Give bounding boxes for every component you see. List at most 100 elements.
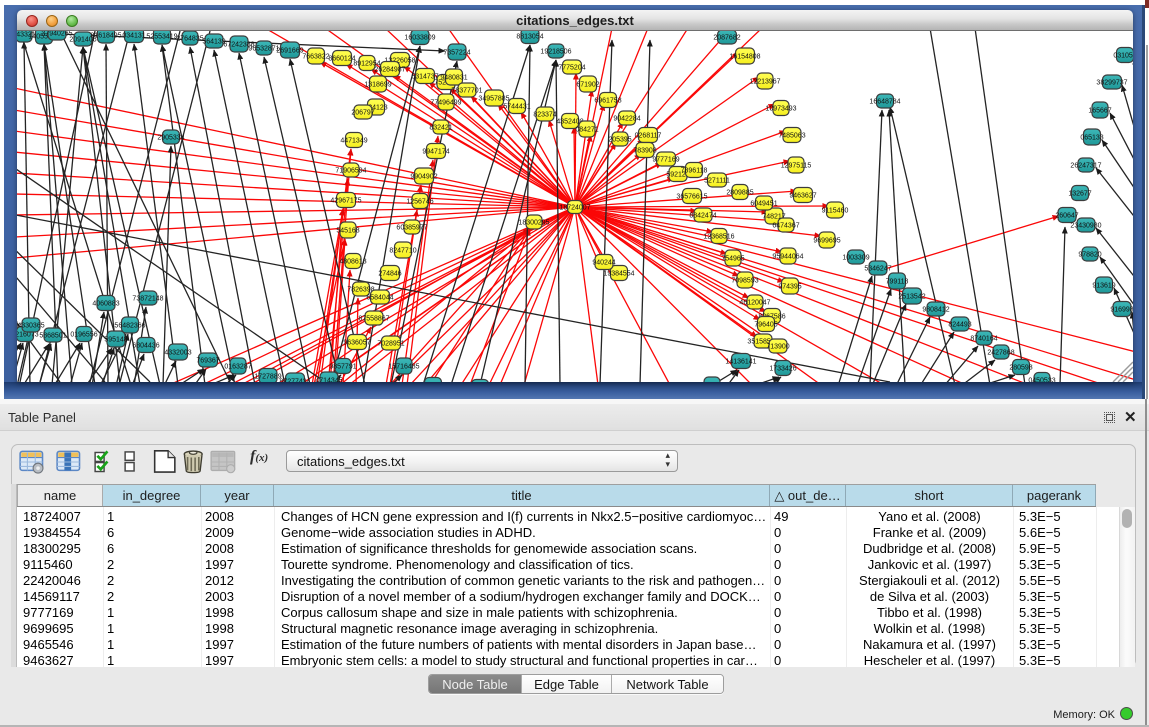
svg-text:0268117: 0268117 bbox=[635, 133, 662, 140]
svg-text:280598: 280598 bbox=[1009, 365, 1032, 372]
svg-text:796405: 796405 bbox=[754, 322, 777, 329]
svg-text:9857791: 9857791 bbox=[329, 364, 356, 371]
svg-text:165667: 165667 bbox=[1088, 108, 1111, 115]
svg-text:81618495: 81618495 bbox=[90, 33, 121, 40]
svg-text:713900: 713900 bbox=[766, 344, 789, 351]
svg-text:8813054: 8813054 bbox=[516, 34, 543, 41]
svg-text:95944064: 95944064 bbox=[772, 254, 803, 261]
svg-text:77496499: 77496499 bbox=[430, 100, 461, 107]
svg-text:7896118: 7896118 bbox=[681, 168, 708, 175]
svg-text:8842474: 8842474 bbox=[689, 213, 716, 220]
svg-text:5868501: 5868501 bbox=[39, 333, 66, 340]
svg-text:52553419: 52553419 bbox=[146, 34, 177, 41]
svg-text:8660124: 8660124 bbox=[328, 56, 355, 63]
svg-text:16033809: 16033809 bbox=[404, 35, 435, 42]
svg-text:12368516: 12368516 bbox=[703, 234, 734, 241]
svg-text:7663822: 7663822 bbox=[302, 54, 329, 61]
svg-text:545168: 545168 bbox=[336, 228, 359, 235]
svg-text:916998: 916998 bbox=[1110, 307, 1133, 314]
svg-text:42967175: 42967175 bbox=[330, 198, 361, 205]
svg-text:0450533: 0450533 bbox=[1028, 378, 1055, 383]
svg-text:71906594: 71906594 bbox=[335, 168, 366, 175]
svg-text:46120047: 46120047 bbox=[739, 300, 770, 307]
svg-text:2087682: 2087682 bbox=[713, 35, 740, 42]
svg-text:10973493: 10973493 bbox=[765, 106, 796, 113]
svg-text:206797: 206797 bbox=[351, 110, 374, 117]
svg-text:9699695: 9699695 bbox=[813, 238, 840, 245]
svg-text:38299737: 38299737 bbox=[1096, 80, 1127, 87]
svg-text:6049451: 6049451 bbox=[750, 201, 777, 208]
svg-text:783908: 783908 bbox=[633, 148, 656, 155]
svg-text:823374: 823374 bbox=[533, 112, 556, 119]
svg-text:2764835: 2764835 bbox=[176, 36, 203, 43]
svg-text:260647: 260647 bbox=[1055, 213, 1078, 220]
svg-text:7357224: 7357224 bbox=[443, 50, 470, 57]
svg-text:4714345: 4714345 bbox=[315, 378, 342, 383]
svg-text:564139: 564139 bbox=[202, 39, 225, 46]
svg-text:26284987: 26284987 bbox=[374, 67, 405, 74]
svg-text:4332003: 4332003 bbox=[164, 350, 191, 357]
svg-text:6804436: 6804436 bbox=[132, 343, 159, 350]
svg-text:96532871: 96532871 bbox=[248, 46, 279, 53]
svg-text:940244: 940244 bbox=[592, 260, 615, 267]
svg-text:1733426: 1733426 bbox=[769, 366, 796, 373]
svg-text:7775204: 7775204 bbox=[558, 65, 585, 72]
svg-text:2809885: 2809885 bbox=[726, 190, 753, 197]
svg-text:18724007: 18724007 bbox=[559, 205, 590, 212]
svg-text:6474367: 6474367 bbox=[772, 223, 799, 230]
svg-text:12213967: 12213967 bbox=[749, 79, 780, 86]
svg-text:18300295: 18300295 bbox=[518, 220, 549, 227]
svg-text:34957885: 34957885 bbox=[478, 96, 509, 103]
svg-text:031051: 031051 bbox=[1113, 53, 1133, 60]
svg-text:824493: 824493 bbox=[948, 322, 971, 329]
svg-text:1727889: 1727889 bbox=[254, 374, 281, 381]
svg-text:595148: 595148 bbox=[104, 337, 127, 344]
svg-text:9904902: 9904902 bbox=[410, 174, 437, 181]
svg-text:73872148: 73872148 bbox=[132, 296, 163, 303]
svg-text:26247317: 26247317 bbox=[1070, 163, 1101, 170]
svg-text:9480831: 9480831 bbox=[440, 75, 467, 82]
svg-text:7485063: 7485063 bbox=[778, 133, 805, 140]
svg-text:084271: 084271 bbox=[575, 127, 598, 134]
svg-text:1003309: 1003309 bbox=[842, 255, 869, 262]
svg-text:9115460: 9115460 bbox=[822, 208, 849, 215]
svg-text:769367: 769367 bbox=[196, 358, 219, 365]
svg-text:4330365: 4330365 bbox=[17, 323, 44, 330]
svg-text:799118: 799118 bbox=[886, 279, 909, 286]
svg-text:9777169: 9777169 bbox=[652, 157, 679, 164]
svg-text:1256746: 1256746 bbox=[406, 199, 433, 206]
svg-text:14136141: 14136141 bbox=[725, 359, 756, 366]
svg-text:754965: 754965 bbox=[721, 256, 744, 263]
svg-text:56482366: 56482366 bbox=[114, 323, 145, 330]
svg-text:7098593: 7098593 bbox=[731, 278, 758, 285]
svg-text:23430980: 23430980 bbox=[1070, 223, 1101, 230]
svg-text:9636057: 9636057 bbox=[343, 340, 370, 347]
svg-text:132677: 132677 bbox=[1068, 191, 1091, 198]
svg-text:2427868: 2427868 bbox=[987, 350, 1014, 357]
svg-text:2905334: 2905334 bbox=[157, 135, 184, 142]
svg-text:0196556: 0196556 bbox=[70, 332, 97, 339]
svg-text:1318699: 1318699 bbox=[364, 82, 391, 89]
svg-text:9042284: 9042284 bbox=[613, 116, 640, 123]
svg-text:034131: 034131 bbox=[122, 33, 145, 40]
svg-text:4808613: 4808613 bbox=[339, 259, 366, 266]
svg-text:7028951: 7028951 bbox=[377, 341, 404, 348]
svg-text:913619: 913619 bbox=[1092, 283, 1115, 290]
svg-text:8740164: 8740164 bbox=[970, 336, 997, 343]
svg-text:978820: 978820 bbox=[1078, 252, 1101, 259]
svg-text:6961758: 6961758 bbox=[594, 98, 621, 105]
svg-text:4060883: 4060883 bbox=[92, 301, 119, 308]
svg-text:8247710: 8247710 bbox=[389, 248, 416, 255]
svg-text:15716485: 15716485 bbox=[388, 364, 419, 371]
svg-text:87277434: 87277434 bbox=[279, 379, 310, 383]
svg-text:9947174: 9947174 bbox=[422, 149, 449, 156]
svg-text:19384554: 19384554 bbox=[603, 271, 634, 278]
svg-text:205395: 205395 bbox=[608, 137, 631, 144]
svg-text:2691669: 2691669 bbox=[276, 48, 303, 55]
svg-text:12975115: 12975115 bbox=[781, 163, 812, 170]
svg-text:37940265: 37940265 bbox=[41, 31, 72, 38]
svg-text:2513542: 2513542 bbox=[898, 294, 925, 301]
svg-text:065133: 065133 bbox=[1080, 135, 1103, 142]
svg-text:36576615: 36576615 bbox=[676, 194, 707, 201]
svg-text:5271111: 5271111 bbox=[704, 178, 730, 185]
